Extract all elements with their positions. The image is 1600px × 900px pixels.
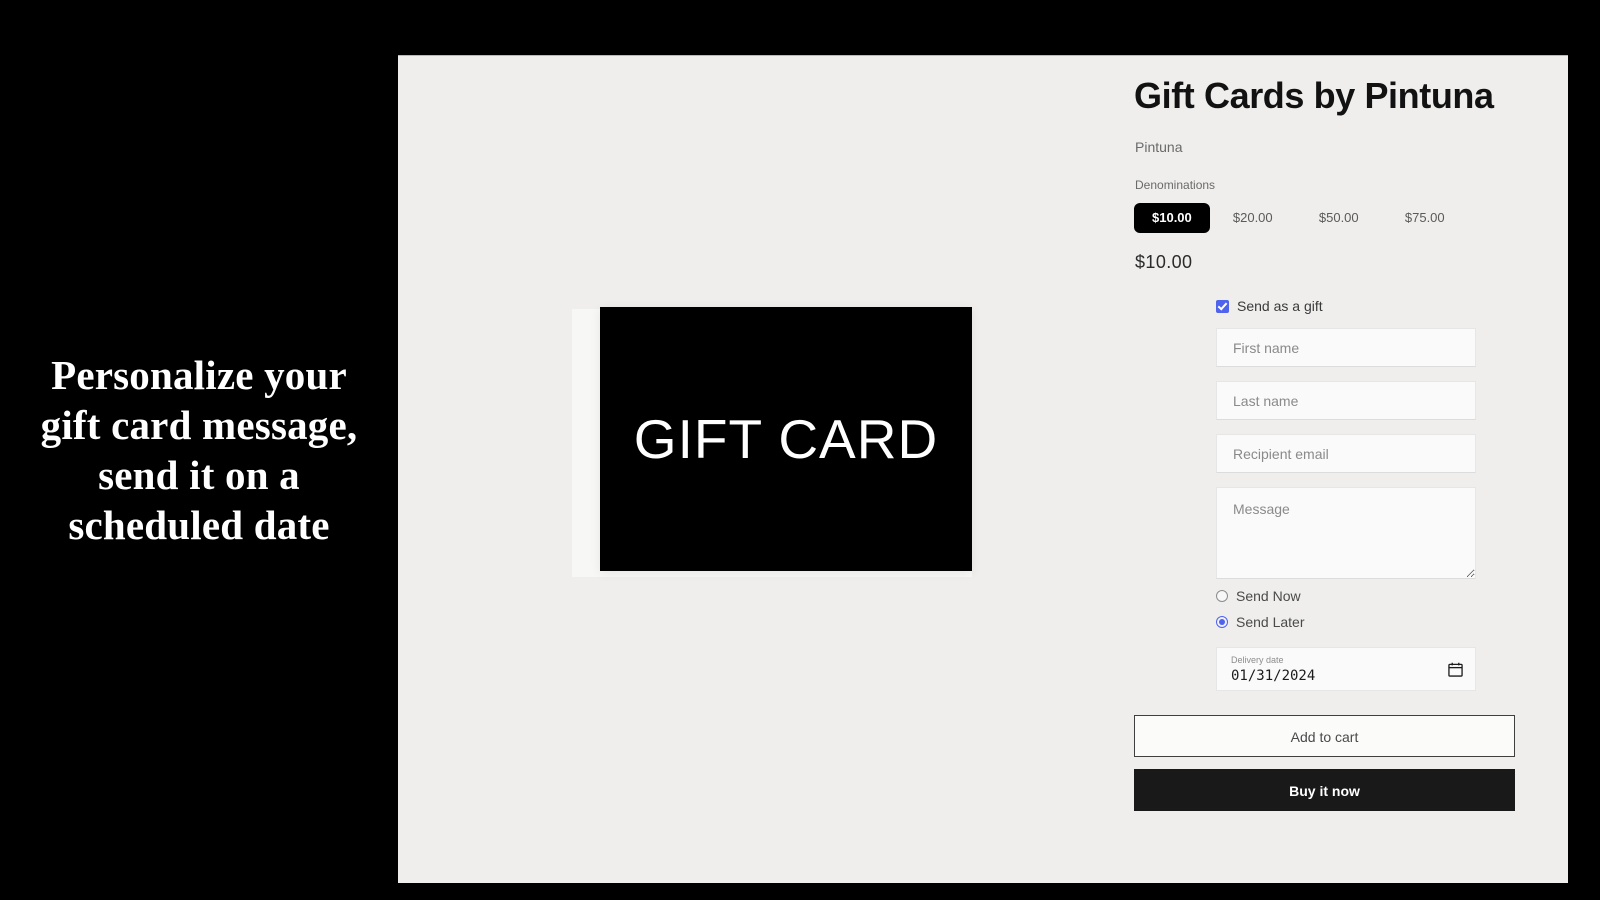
gift-card-label: GIFT CARD [633, 408, 939, 470]
calendar-icon[interactable] [1448, 662, 1463, 677]
delivery-date-caption: Delivery date [1231, 655, 1284, 665]
send-now-radio[interactable] [1216, 590, 1228, 602]
product-vendor: Pintuna [1135, 139, 1183, 155]
buy-it-now-button[interactable]: Buy it now [1134, 769, 1515, 811]
denomination-option-20[interactable]: $20.00 [1210, 203, 1296, 233]
denominations-label: Denominations [1135, 178, 1216, 192]
denomination-option-10[interactable]: $10.00 [1134, 203, 1210, 233]
last-name-input[interactable] [1216, 381, 1476, 420]
page-root: Personalize your gift card message, send… [0, 0, 1600, 900]
gift-card-image[interactable]: GIFT CARD [600, 307, 972, 571]
message-textarea[interactable] [1216, 487, 1476, 579]
product-media-column: GIFT CARD [398, 56, 1134, 883]
page-title: Gift Cards by Pintuna [1134, 75, 1494, 116]
recipient-email-input[interactable] [1216, 434, 1476, 473]
product-info-column: Gift Cards by Pintuna Pintuna Denominati… [1134, 56, 1568, 883]
send-as-gift-checkbox[interactable] [1216, 299, 1229, 313]
gift-options-form: Send as a gift Send Now Send Later Deliv… [1216, 296, 1476, 691]
product-price: $10.00 [1135, 252, 1193, 272]
promo-heading: Personalize your gift card message, send… [40, 351, 358, 549]
send-later-radio[interactable] [1216, 616, 1228, 628]
send-now-row[interactable]: Send Now [1216, 585, 1476, 607]
first-name-input[interactable] [1216, 328, 1476, 367]
send-later-row[interactable]: Send Later [1216, 611, 1476, 633]
denomination-option-75[interactable]: $75.00 [1382, 203, 1468, 233]
delivery-date-value[interactable]: 01/31/2024 [1231, 666, 1461, 686]
add-to-cart-button[interactable]: Add to cart [1134, 715, 1515, 757]
denominations-options: $10.00 $20.00 $50.00 $75.00 [1134, 203, 1468, 233]
product-panel: GIFT CARD Gift Cards by Pintuna Pintuna … [398, 55, 1568, 883]
send-as-gift-label: Send as a gift [1237, 298, 1323, 314]
send-now-label: Send Now [1236, 588, 1301, 604]
delivery-date-field[interactable]: Delivery date 01/31/2024 [1216, 647, 1476, 691]
denomination-option-50[interactable]: $50.00 [1296, 203, 1382, 233]
send-as-gift-row[interactable]: Send as a gift [1216, 296, 1476, 316]
send-later-label: Send Later [1236, 614, 1305, 630]
product-actions: Add to cart Buy it now [1134, 715, 1515, 811]
promo-panel: Personalize your gift card message, send… [0, 0, 398, 900]
